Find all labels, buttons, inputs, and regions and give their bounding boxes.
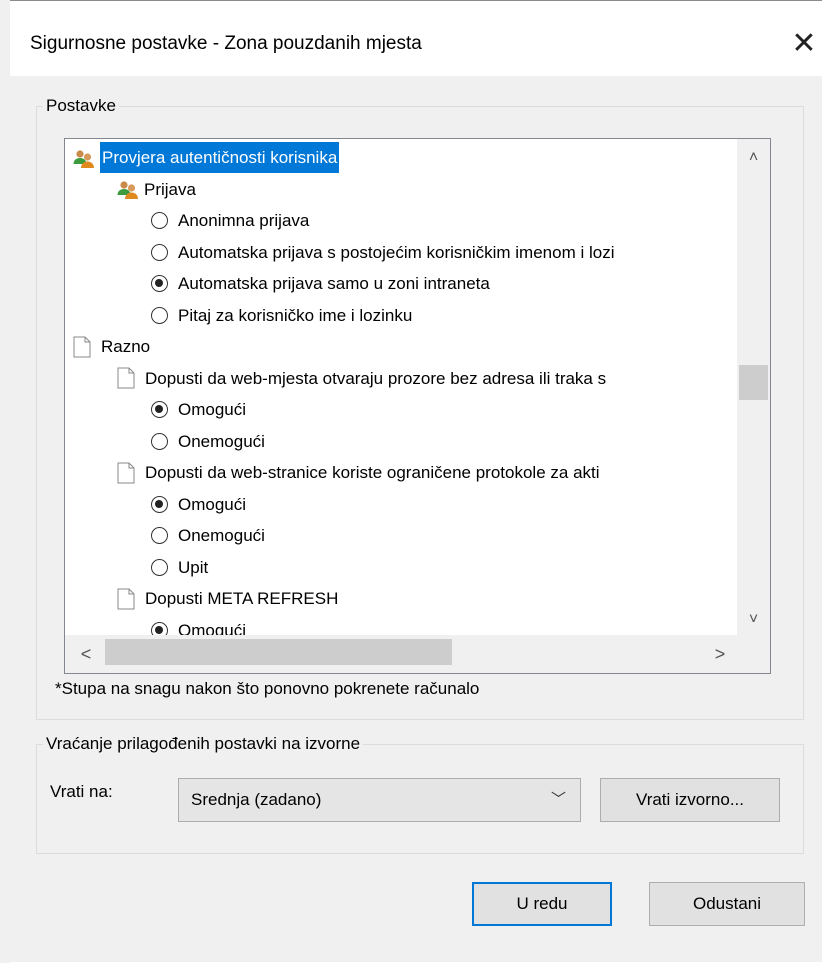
reset-button[interactable]: Vrati izvorno... <box>600 778 780 822</box>
tree-subcategory[interactable]: Dopusti da web-mjesta otvaraju prozore b… <box>117 362 606 393</box>
chevron-down-icon: ﹀ <box>550 791 566 808</box>
tree-subcategory[interactable]: Dopusti da web-stranice koriste ograniče… <box>117 456 600 487</box>
document-icon <box>73 336 91 358</box>
radio-option[interactable]: Automatska prijava s postojećim korisnič… <box>151 236 614 267</box>
tree-subcategory[interactable]: Prijava <box>117 173 196 204</box>
reset-button-label: Vrati izvorno... <box>635 790 745 809</box>
horizontal-scroll-thumb[interactable] <box>105 639 452 665</box>
reset-level-select[interactable]: Srednja (zadano) ﹀ <box>178 778 581 822</box>
document-icon <box>117 462 135 484</box>
cancel-button-label: Odustani <box>692 894 762 913</box>
document-icon <box>117 588 135 610</box>
scroll-right-icon[interactable]: > <box>705 635 735 673</box>
tree-item-label: Upit <box>178 557 209 577</box>
reset-level-value: Srednja (zadano) <box>191 790 322 809</box>
radio-option[interactable]: Onemogući <box>151 425 265 456</box>
radio-option[interactable]: Upit <box>151 551 208 582</box>
radio-option[interactable]: Omogući <box>151 393 246 424</box>
scroll-down-icon[interactable]: ˅ <box>737 605 770 635</box>
users-icon <box>117 179 139 200</box>
reset-group-label: Vraćanje prilagođenih postavki na izvorn… <box>46 734 361 753</box>
tree-item-label: Onemogući <box>178 431 265 451</box>
radio-unchecked[interactable] <box>151 432 168 450</box>
radio-checked[interactable] <box>151 275 168 293</box>
document-icon <box>117 367 135 389</box>
ok-button[interactable]: U redu <box>472 882 612 926</box>
tree-item-label: Anonimna prijava <box>178 211 310 231</box>
vertical-scrollbar[interactable]: ˄ ˅ <box>737 139 770 635</box>
radio-option[interactable]: Omogući <box>151 488 246 519</box>
radio-unchecked[interactable] <box>151 527 168 545</box>
radio-unchecked[interactable] <box>151 212 168 230</box>
radio-unchecked[interactable] <box>151 306 168 324</box>
tree-item-label: Automatska prijava samo u zoni intraneta <box>178 274 490 294</box>
tree-item-label: Prijava <box>144 179 196 199</box>
horizontal-scrollbar[interactable]: < > <box>65 635 770 673</box>
tree-item-label: Omogući <box>178 400 247 420</box>
radio-checked[interactable] <box>151 495 168 513</box>
radio-option[interactable]: Pitaj za korisničko ime i lozinku <box>151 299 412 330</box>
reset-to-label: Vrati na: <box>50 782 113 801</box>
tree-item-label: Onemogući <box>178 526 265 546</box>
radio-checked[interactable] <box>151 401 168 419</box>
scroll-left-icon[interactable]: < <box>71 635 101 673</box>
tree-category[interactable]: Razno <box>73 330 150 361</box>
ok-button-label: U redu <box>516 894 568 913</box>
tree-item-label: Dopusti da web-stranice koriste ograniče… <box>145 463 600 483</box>
tree-item-label: Dopusti da web-mjesta otvaraju prozore b… <box>145 368 607 388</box>
radio-option[interactable]: Onemogući <box>151 519 265 550</box>
tree-item-label: Omogući <box>178 494 247 514</box>
restart-note: *Stupa na snagu nakon što ponovno pokren… <box>55 679 480 698</box>
tree-subcategory[interactable]: Dopusti META REFRESH <box>117 582 338 613</box>
scroll-up-icon[interactable]: ˄ <box>737 143 770 173</box>
tree-item-label: Dopusti META REFRESH <box>145 589 339 609</box>
dialog-title: Sigurnosne postavke - Zona pouzdanih mje… <box>30 33 422 54</box>
settings-group-label: Postavke <box>46 96 116 115</box>
tree-category[interactable]: Provjera autentičnosti korisnika <box>73 141 340 174</box>
radio-option[interactable]: Anonimna prijava <box>151 204 309 235</box>
tree-item-label: Automatska prijava s postojećim korisnič… <box>178 242 615 262</box>
scrollbar-corner <box>737 635 770 673</box>
settings-tree[interactable]: Provjera autentičnosti korisnika Prijava A… <box>64 138 771 674</box>
radio-unchecked[interactable] <box>151 243 168 261</box>
radio-unchecked[interactable] <box>151 558 168 576</box>
cancel-button[interactable]: Odustani <box>649 882 805 926</box>
tree-item-label: Pitaj za korisničko ime i lozinku <box>178 305 413 325</box>
tree-item-label: Provjera autentičnosti korisnika <box>100 142 340 174</box>
vertical-scroll-thumb[interactable] <box>739 365 768 400</box>
radio-option[interactable]: Automatska prijava samo u zoni intraneta <box>151 267 490 298</box>
tree-item-label: Razno <box>101 337 151 357</box>
close-icon[interactable]: ✕ <box>786 26 822 62</box>
users-icon <box>73 148 95 168</box>
